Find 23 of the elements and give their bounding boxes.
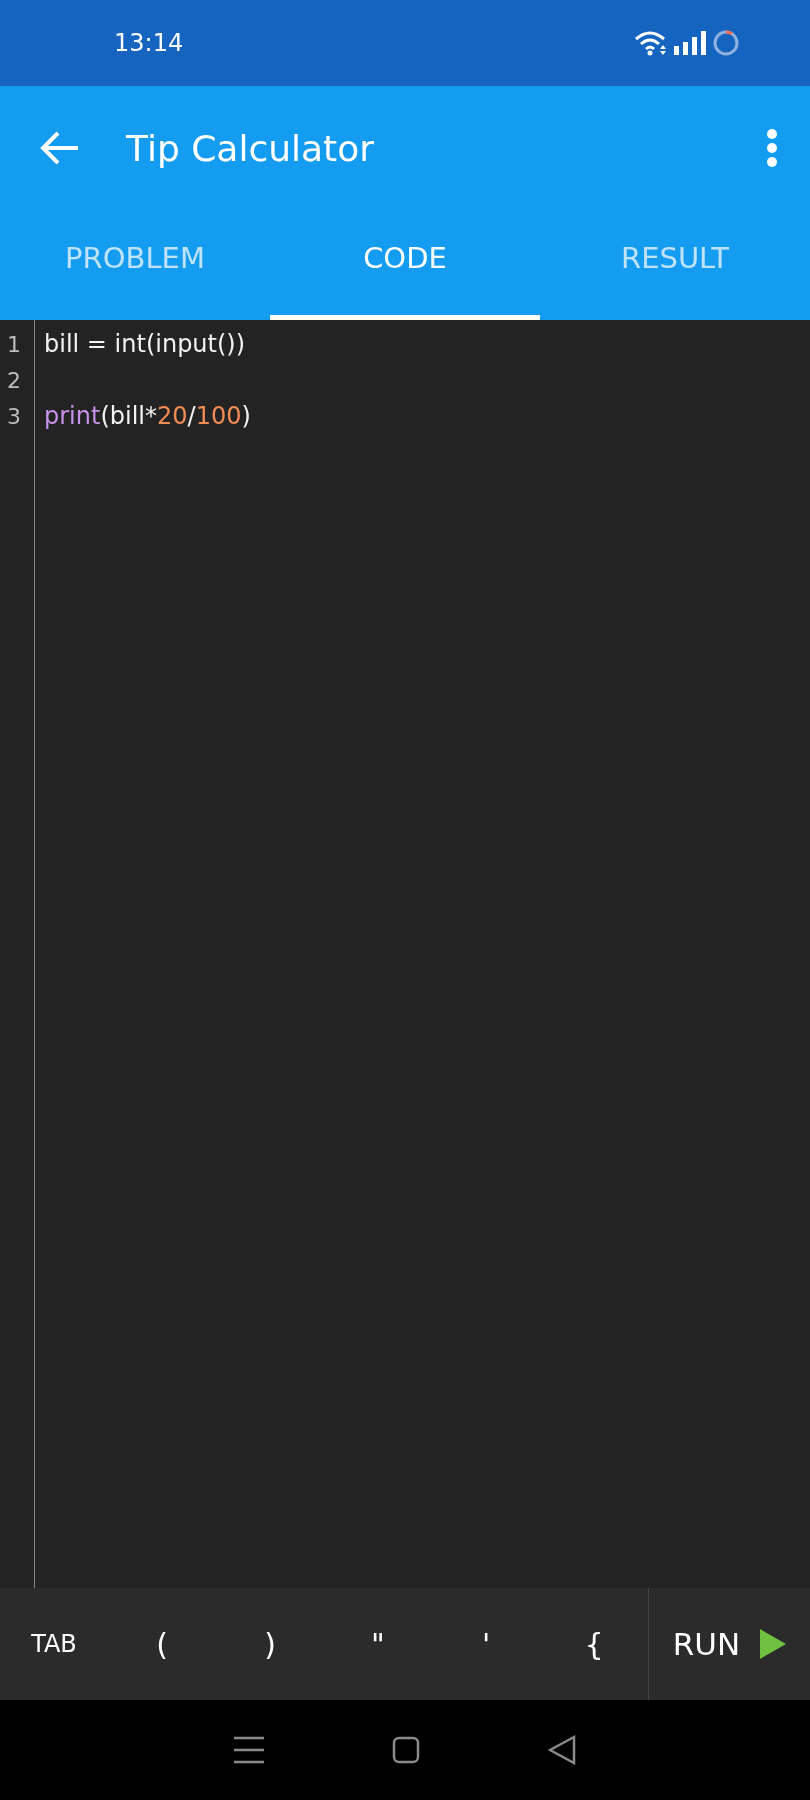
back-arrow-icon[interactable] bbox=[40, 130, 80, 166]
back-icon[interactable] bbox=[548, 1735, 576, 1765]
code-line: print(bill*20/100) bbox=[44, 402, 251, 430]
symbol-key[interactable]: ' bbox=[432, 1588, 540, 1700]
symbol-key[interactable]: ) bbox=[216, 1588, 324, 1700]
symbol-key[interactable]: ( bbox=[108, 1588, 216, 1700]
home-icon[interactable] bbox=[392, 1736, 420, 1764]
battery-ring-icon bbox=[712, 29, 740, 57]
line-number: 1 bbox=[6, 331, 22, 357]
screen-title: Tip Calculator bbox=[126, 127, 375, 169]
symbol-key[interactable]: { bbox=[540, 1588, 648, 1700]
signal-icon bbox=[674, 31, 706, 55]
symbol-key[interactable]: " bbox=[324, 1588, 432, 1700]
play-icon bbox=[760, 1629, 787, 1659]
line-number: 3 bbox=[6, 403, 22, 429]
code-line: bill = int(input()) bbox=[44, 330, 246, 358]
status-time: 13:14 bbox=[114, 29, 184, 57]
more-menu-icon[interactable] bbox=[766, 128, 778, 168]
line-number: 2 bbox=[6, 367, 22, 393]
wifi-icon bbox=[634, 30, 668, 56]
symbol-key[interactable]: TAB bbox=[0, 1588, 108, 1700]
run-button[interactable]: RUN bbox=[649, 1588, 810, 1700]
menu-icon[interactable] bbox=[234, 1736, 264, 1764]
